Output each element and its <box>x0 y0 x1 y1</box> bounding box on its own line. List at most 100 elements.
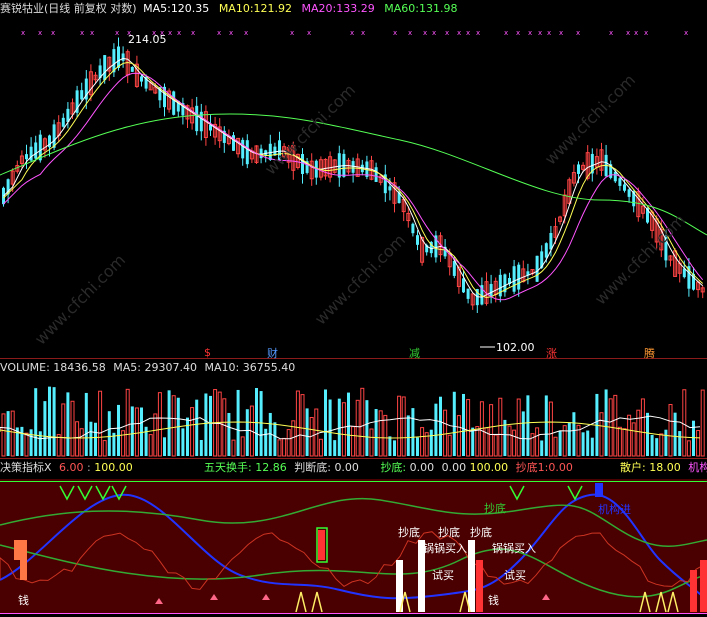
volume-bar-up <box>447 434 452 457</box>
volume-bar-down <box>209 395 212 456</box>
event-marker-zhang[interactable]: 涨 <box>546 345 557 361</box>
candle-body-down <box>388 186 392 191</box>
volume-bar-down <box>411 408 415 456</box>
signal-x-marker: x <box>576 29 580 37</box>
ma10-label: MA10: <box>218 2 254 15</box>
volume-bar-down <box>107 411 111 456</box>
volume-bar-up <box>98 390 103 457</box>
signal-x-marker: x <box>445 29 449 37</box>
candle-body-down <box>195 105 199 132</box>
signal-bar <box>20 540 27 580</box>
volume-bar-up <box>668 404 673 457</box>
volume-bar-down <box>416 437 419 456</box>
volume-bar-up <box>401 396 406 457</box>
volume-bar-down <box>429 429 433 456</box>
volume-bar-up <box>157 392 162 457</box>
volume-bar-down <box>255 388 258 456</box>
volume-bar-down <box>20 426 24 456</box>
signal-x-marker: x <box>90 29 94 37</box>
signal-bar <box>476 560 483 612</box>
volume-bar-up <box>70 400 75 457</box>
candle-body-down <box>411 223 415 234</box>
volume-bar-up <box>300 394 305 457</box>
ma60-value: 131.98 <box>418 2 458 15</box>
volume-bar-up <box>599 412 604 457</box>
volume-bar-up <box>443 409 448 457</box>
signal-x-marker: x <box>191 29 195 37</box>
volume-bar-up <box>351 426 356 457</box>
signal-x-marker: x <box>229 29 233 37</box>
volume-bar-up <box>466 399 471 457</box>
judge-value: 0.00 <box>334 461 359 474</box>
candle-body-down <box>613 171 617 182</box>
volume-bar-up <box>493 434 498 457</box>
indicator-header-right: 五天换手: 12.86 判断底: 0.00 抄底: 0.00 0.00 100.… <box>204 461 573 474</box>
candle-body-down <box>466 288 470 299</box>
volume-bar-down <box>452 391 456 456</box>
volume-bar-up <box>456 415 461 457</box>
volume-bar-up <box>341 402 346 457</box>
volume-bar-up <box>548 401 553 457</box>
candle-body-down <box>623 184 626 191</box>
indicator-header: 决策指标X 6.00 : 100.00 <box>0 461 133 474</box>
volume-bar-down <box>572 412 576 456</box>
volume-value: 18436.58 <box>53 361 106 374</box>
candle-body-down <box>489 283 493 297</box>
volume-bar-up <box>153 413 158 457</box>
jigou-jincheng-label: 机构进 <box>598 503 631 516</box>
volume-bar-down <box>163 437 166 456</box>
signal-x-marker: x <box>466 29 470 37</box>
volume-bar-up <box>397 395 402 457</box>
candle-body-down <box>172 91 176 115</box>
signal-x-marker: x <box>290 29 294 37</box>
guoguo-signal-1: 锅锅买入 <box>423 542 467 555</box>
volume-bar-up <box>24 432 29 457</box>
indicator-val-b: 100.00 <box>94 461 133 474</box>
candle-body-down <box>517 264 521 290</box>
volume-bar-down <box>365 400 369 456</box>
volume-bar-up <box>314 408 319 457</box>
indicator-name[interactable]: 决策指标X <box>0 461 52 474</box>
candle-body-down <box>452 261 456 276</box>
volume-bar-up <box>640 398 645 457</box>
event-marker-jian[interactable]: 减 <box>409 345 420 361</box>
event-marker-dollar[interactable]: $ <box>204 346 211 359</box>
chaodi-label: 抄底: <box>380 461 407 474</box>
volume-bar-up <box>190 407 195 457</box>
ma10-value: 121.92 <box>253 2 293 15</box>
ma20-value: 133.29 <box>336 2 375 15</box>
candle-body-down <box>241 139 245 159</box>
volume-bar-down <box>526 395 530 456</box>
high-price-label: 214.05 <box>128 33 167 46</box>
stock-name[interactable]: 赛锐牯业(日线 前复权 对数) <box>0 2 137 15</box>
volume-bar-down <box>337 398 341 456</box>
volume-bar-down <box>181 428 185 456</box>
candle-body-down <box>577 164 580 174</box>
volume-bar-down <box>333 440 337 456</box>
indicator-header-far-right: 散户: 18.00 机构 <box>620 461 707 474</box>
volume-bar-down <box>89 421 93 456</box>
volume-bar-down <box>439 396 442 456</box>
volume-bar-up <box>360 387 365 457</box>
volume-bar-down <box>388 436 392 456</box>
candle-body-down <box>130 66 134 72</box>
candle-body-down <box>34 142 38 159</box>
jigou-label: 机构 <box>688 461 707 474</box>
signal-bar <box>14 540 21 560</box>
event-marker-cai[interactable]: 财 <box>267 345 278 361</box>
signal-x-marker: x <box>51 29 55 37</box>
sanhu-value: 18.00 <box>649 461 681 474</box>
volume-header: VOLUME: 18436.58 MA5: 29307.40 MA10: 367… <box>0 361 295 374</box>
signal-x-marker: x <box>644 29 648 37</box>
volume-bar-down <box>140 407 143 456</box>
main-header: 赛锐牯业(日线 前复权 对数) MA5:120.35 MA10:121.92 M… <box>0 2 457 15</box>
event-marker-teng[interactable]: 腾 <box>644 345 655 361</box>
volume-bar-down <box>521 411 525 456</box>
volume-bar-up <box>475 426 480 457</box>
volume-bar-down <box>328 399 332 456</box>
signal-x-marker: x <box>244 29 248 37</box>
volume-bar-down <box>692 420 695 456</box>
ma5-value: 120.35 <box>170 2 210 15</box>
signal-x-marker: x <box>504 29 508 37</box>
five-day-value: 12.86 <box>255 461 287 474</box>
